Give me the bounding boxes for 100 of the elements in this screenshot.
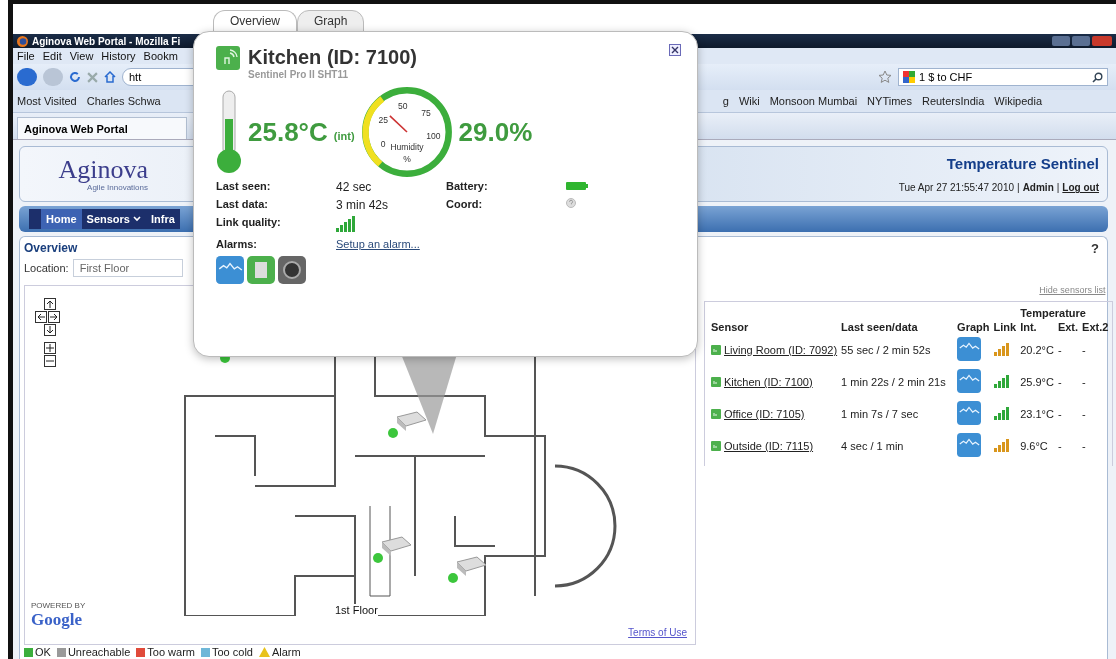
popup-tab[interactable]: Overview	[213, 10, 297, 32]
pan-right-button[interactable]	[48, 311, 60, 323]
detail-label: Alarms:	[216, 238, 258, 250]
sensor-marker-icon[interactable]	[445, 556, 487, 586]
detail-label: Battery:	[446, 180, 489, 194]
table-cell-text: -	[1056, 343, 1063, 358]
sensor-status-icon	[711, 377, 721, 387]
detail-label: Coord:	[446, 198, 484, 212]
zoom-in-button[interactable]	[44, 342, 56, 354]
terms-link[interactable]: Terms of Use	[628, 627, 687, 638]
sensor-model: Sentinel Pro II SHT11	[248, 69, 350, 80]
sensor-link[interactable]: Office (ID: 7105)	[724, 408, 805, 420]
user-name: Admin	[1022, 182, 1054, 193]
minus-icon	[46, 357, 54, 365]
arrow-up-icon	[46, 300, 54, 308]
graph-icon[interactable]	[957, 401, 982, 425]
table-cell-text: 1 min 22s / 2 min 21s	[841, 376, 947, 388]
reload-icon[interactable]	[69, 71, 81, 83]
legend-label: OK	[35, 646, 51, 658]
graph-icon[interactable]	[216, 256, 244, 284]
map-provider-logo: Google	[31, 610, 83, 630]
sensor-title: Kitchen (ID: 7100)	[248, 46, 417, 69]
bookmark-link[interactable]: Monsoon Mumbai	[769, 95, 858, 107]
bookmark-link[interactable]: Wikipedia	[994, 95, 1042, 107]
column-header: Ext.2	[1081, 320, 1110, 334]
bookmark-link[interactable]: Charles Schwa	[86, 95, 161, 107]
bookmark-link[interactable]: NYTimes	[867, 95, 912, 107]
graph-icon[interactable]	[957, 369, 982, 393]
logout-link[interactable]: Log out	[1062, 182, 1099, 193]
nav-item[interactable]: Infra	[146, 209, 180, 229]
home-icon[interactable]	[104, 71, 116, 83]
menu-item[interactable]: File	[17, 50, 35, 62]
arrow-down-icon	[46, 326, 54, 334]
table-cell-text: -	[1056, 439, 1063, 454]
legend-label: Unreachable	[67, 646, 131, 658]
sensor-marker-icon[interactable]	[385, 411, 427, 441]
graph-icon[interactable]	[957, 337, 982, 361]
help-icon	[566, 198, 576, 208]
floor-label: 1st Floor	[335, 604, 378, 616]
arrow-right-icon	[50, 313, 58, 321]
menu-item[interactable]: View	[69, 50, 94, 62]
detail-value: 3 min 42s	[336, 198, 389, 212]
sensor-link[interactable]: Living Room (ID: 7092)	[724, 344, 838, 356]
menu-item[interactable]: History	[101, 50, 136, 62]
detail-label: Link quality:	[216, 216, 282, 230]
pan-left-button[interactable]	[35, 311, 47, 323]
column-header: Link	[992, 320, 1018, 334]
star-icon[interactable]	[878, 70, 892, 84]
bookmark-link[interactable]: Wiki	[738, 95, 760, 107]
browser-tab[interactable]: Aginova Web Portal	[17, 117, 187, 139]
bookmark-link[interactable]: ReutersIndia	[921, 95, 985, 107]
bookmark-link[interactable]: Most Visited	[17, 95, 77, 107]
separator: |	[1017, 182, 1020, 193]
gauge-tick-label: 100	[425, 131, 441, 142]
settings-icon[interactable]	[278, 256, 306, 284]
temperature-reading: 25.8°C	[248, 116, 328, 148]
powered-by-text: POWERED BY	[31, 601, 86, 610]
popup-tab[interactable]: Graph	[297, 10, 365, 32]
table-cell-text: 1 min 7s / 7 sec	[841, 408, 920, 420]
search-engine-icon	[903, 71, 915, 83]
table-cell-text: 9.6°C	[1019, 439, 1049, 454]
sensor-link[interactable]: Outside (ID: 7115)	[724, 440, 814, 452]
bookmark-link[interactable]: g	[722, 95, 729, 107]
hide-sensors-link[interactable]: Hide sensors list	[1039, 285, 1106, 295]
back-button[interactable]	[17, 68, 37, 86]
detail-value: 42 sec	[336, 180, 372, 194]
location-label: Location:	[24, 262, 69, 274]
nav-item[interactable]: Sensors	[81, 209, 146, 229]
help-link[interactable]: ?	[1091, 240, 1099, 256]
pan-up-button[interactable]	[44, 298, 56, 310]
detail-label: Last seen:	[216, 180, 272, 194]
panel-title: Overview	[24, 241, 78, 255]
window-controls-icon[interactable]	[1052, 35, 1112, 47]
window-title: Aginova Web Portal - Mozilla Fi	[32, 35, 181, 47]
sensor-link[interactable]: Kitchen (ID: 7100)	[724, 376, 813, 388]
arrow-left-icon	[37, 313, 45, 321]
zoom-out-button[interactable]	[44, 355, 56, 367]
address-field[interactable]: htt	[122, 68, 194, 86]
close-button[interactable]	[669, 44, 681, 56]
signal-bars-icon	[336, 216, 355, 232]
gauge-tick-label: 75	[420, 108, 431, 119]
table-cell-text: 20.2°C	[1019, 343, 1055, 358]
nav-item[interactable]: Home	[41, 209, 82, 229]
legend-label: Too warm	[147, 646, 195, 658]
location-field[interactable]: First Floor	[72, 259, 183, 277]
menu-item[interactable]: Bookm	[143, 50, 178, 62]
graph-icon[interactable]	[957, 433, 982, 457]
temperature-note: (int)	[333, 130, 355, 142]
search-field[interactable]: 1 $ to CHF	[898, 68, 1108, 86]
table-cell-text: -	[1056, 375, 1063, 390]
sensor-marker-icon[interactable]	[370, 536, 412, 566]
gauge-tick-label: 0	[380, 139, 386, 150]
search-icon[interactable]	[1092, 71, 1103, 83]
table-cell-text: -	[1081, 407, 1087, 422]
company-logo: Aginova Agile Innovations	[57, 156, 148, 192]
separator: |	[1056, 182, 1060, 193]
menu-item[interactable]: Edit	[42, 50, 62, 62]
pan-down-button[interactable]	[44, 324, 56, 336]
browser-logo-icon	[17, 35, 28, 47]
setup-alarm-link[interactable]: Setup an alarm...	[336, 238, 420, 250]
